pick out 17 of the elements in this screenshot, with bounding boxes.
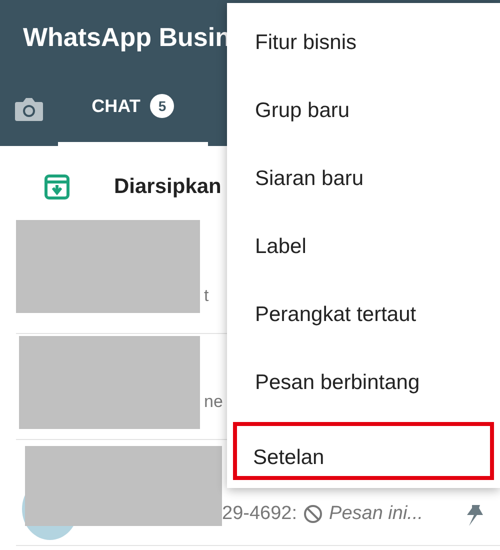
unread-badge: 5 (150, 94, 174, 118)
chat-preview: ne (204, 392, 223, 412)
archive-icon (44, 174, 70, 200)
message-preview: Pesan ini... (329, 503, 424, 525)
blocked-icon (303, 504, 324, 524)
sender-number: 29-4692: (222, 503, 298, 525)
menu-item[interactable]: Setelan (233, 422, 494, 480)
archived-label[interactable]: Diarsipkan (114, 175, 222, 199)
menu-item[interactable]: Label (233, 213, 494, 281)
menu-item[interactable]: Grup baru (233, 77, 494, 145)
chat-preview: t (204, 286, 209, 306)
camera-icon[interactable] (14, 97, 44, 121)
menu-item[interactable]: Fitur bisnis (233, 9, 494, 77)
menu-item[interactable]: Pesan berbintang (233, 349, 494, 417)
menu-item[interactable]: Siaran baru (233, 145, 494, 213)
menu-item[interactable]: Perangkat tertaut (233, 281, 494, 349)
chat-tab[interactable]: CHAT 5 (58, 78, 208, 146)
